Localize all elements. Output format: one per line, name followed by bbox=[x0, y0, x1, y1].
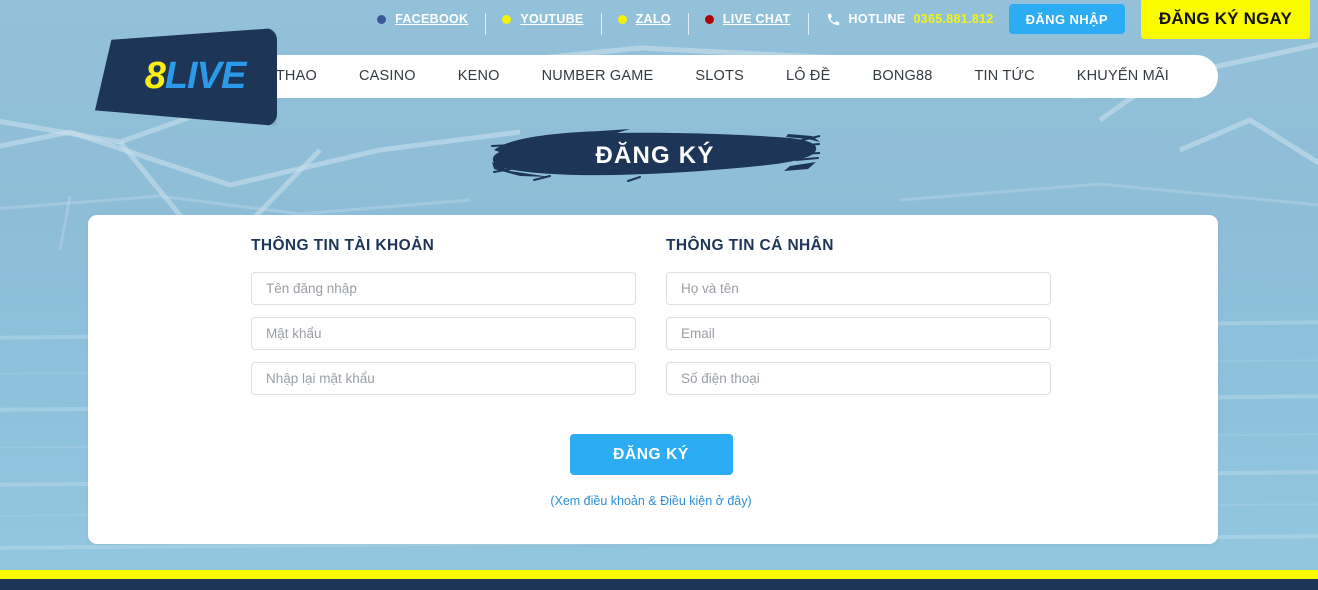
registration-card: THÔNG TIN TÀI KHOẢN THÔNG TIN CÁ NHÂN ĐĂ… bbox=[88, 215, 1218, 544]
confirm-password-input[interactable] bbox=[251, 362, 636, 395]
form-columns: THÔNG TIN TÀI KHOẢN THÔNG TIN CÁ NHÂN bbox=[251, 237, 1051, 407]
footer-navy-strip bbox=[0, 579, 1318, 590]
nav-link-lo-de[interactable]: LÔ ĐỀ bbox=[765, 55, 852, 98]
personal-info-title: THÔNG TIN CÁ NHÂN bbox=[666, 237, 834, 254]
hotline-label: HOTLINE bbox=[848, 12, 906, 26]
hotline-block: HOTLINE 0365.881.812 bbox=[807, 12, 1009, 35]
social-link-facebook-label: FACEBOOK bbox=[395, 12, 469, 26]
nav-link-number-game[interactable]: NUMBER GAME bbox=[521, 55, 675, 98]
nav-item-keno[interactable]: KENO bbox=[437, 55, 521, 98]
phone-icon bbox=[826, 12, 841, 27]
main-navigation: THỂ THAO CASINO KENO NUMBER GAME SLOTS L… bbox=[222, 55, 1218, 98]
nav-link-slots[interactable]: SLOTS bbox=[674, 55, 765, 98]
nav-item-lo-de[interactable]: LÔ ĐỀ bbox=[765, 55, 852, 98]
nav-link-keno[interactable]: KENO bbox=[437, 55, 521, 98]
nav-item-bong88[interactable]: BONG88 bbox=[851, 55, 953, 98]
nav-item-casino[interactable]: CASINO bbox=[338, 55, 437, 98]
social-link-facebook[interactable]: FACEBOOK bbox=[360, 12, 485, 26]
social-link-zalo[interactable]: ZALO bbox=[600, 12, 688, 35]
nav-item-khuyen-mai[interactable]: KHUYẾN MÃI bbox=[1056, 55, 1190, 98]
terms-and-conditions-link[interactable]: (Xem điều khoản & Điều kiện ở đây) bbox=[251, 494, 1051, 508]
footer-yellow-strip bbox=[0, 570, 1318, 579]
account-info-column: THÔNG TIN TÀI KHOẢN bbox=[251, 237, 636, 407]
social-link-live-chat[interactable]: LIVE CHAT bbox=[687, 12, 808, 35]
logo-word: LIVE bbox=[164, 55, 246, 97]
social-links: FACEBOOK YOUTUBE ZALO LIVE CHAT HOTLINE … bbox=[360, 6, 1009, 35]
submit-area: ĐĂNG KÝ (Xem điều khoản & Điều kiện ở đâ… bbox=[251, 434, 1051, 508]
zalo-dot-icon bbox=[617, 14, 627, 24]
login-button[interactable]: ĐĂNG NHẬP bbox=[1008, 4, 1125, 34]
nav-link-tin-tuc[interactable]: TIN TỨC bbox=[954, 55, 1056, 98]
phone-input[interactable] bbox=[666, 362, 1051, 395]
facebook-dot-icon bbox=[377, 14, 387, 24]
logo-wordmark: 8LIVE bbox=[95, 57, 277, 95]
registration-form: THÔNG TIN TÀI KHOẢN THÔNG TIN CÁ NHÂN ĐĂ… bbox=[251, 237, 1051, 508]
nav-link-bong88[interactable]: BONG88 bbox=[851, 55, 953, 98]
email-input[interactable] bbox=[666, 317, 1051, 350]
page-title: ĐĂNG KÝ bbox=[595, 142, 715, 169]
register-now-button[interactable]: ĐĂNG KÝ NGAY bbox=[1140, 0, 1310, 39]
account-info-title: THÔNG TIN TÀI KHOẢN bbox=[251, 237, 435, 254]
password-input[interactable] bbox=[251, 317, 636, 350]
youtube-dot-icon bbox=[502, 14, 512, 24]
nav-item-tin-tuc[interactable]: TIN TỨC bbox=[954, 55, 1056, 98]
social-link-youtube-label: YOUTUBE bbox=[520, 12, 584, 26]
social-link-live-chat-label: LIVE CHAT bbox=[722, 12, 791, 26]
nav-list: THỂ THAO CASINO KENO NUMBER GAME SLOTS L… bbox=[221, 55, 1190, 98]
personal-info-column: THÔNG TIN CÁ NHÂN bbox=[666, 237, 1051, 407]
username-input[interactable] bbox=[251, 272, 636, 305]
nav-item-slots[interactable]: SLOTS bbox=[674, 55, 765, 98]
site-logo[interactable]: 8LIVE bbox=[95, 28, 277, 126]
fullname-input[interactable] bbox=[666, 272, 1051, 305]
social-link-zalo-label: ZALO bbox=[635, 12, 671, 26]
page-title-banner: ĐĂNG KÝ bbox=[490, 124, 820, 192]
live-chat-dot-icon bbox=[704, 14, 714, 24]
nav-link-casino[interactable]: CASINO bbox=[338, 55, 437, 98]
nav-item-number-game[interactable]: NUMBER GAME bbox=[521, 55, 675, 98]
hotline-number[interactable]: 0365.881.812 bbox=[914, 12, 994, 26]
social-link-youtube[interactable]: YOUTUBE bbox=[485, 12, 600, 35]
logo-digit: 8 bbox=[144, 55, 166, 97]
nav-link-khuyen-mai[interactable]: KHUYẾN MÃI bbox=[1056, 55, 1190, 98]
register-submit-button[interactable]: ĐĂNG KÝ bbox=[569, 434, 733, 475]
